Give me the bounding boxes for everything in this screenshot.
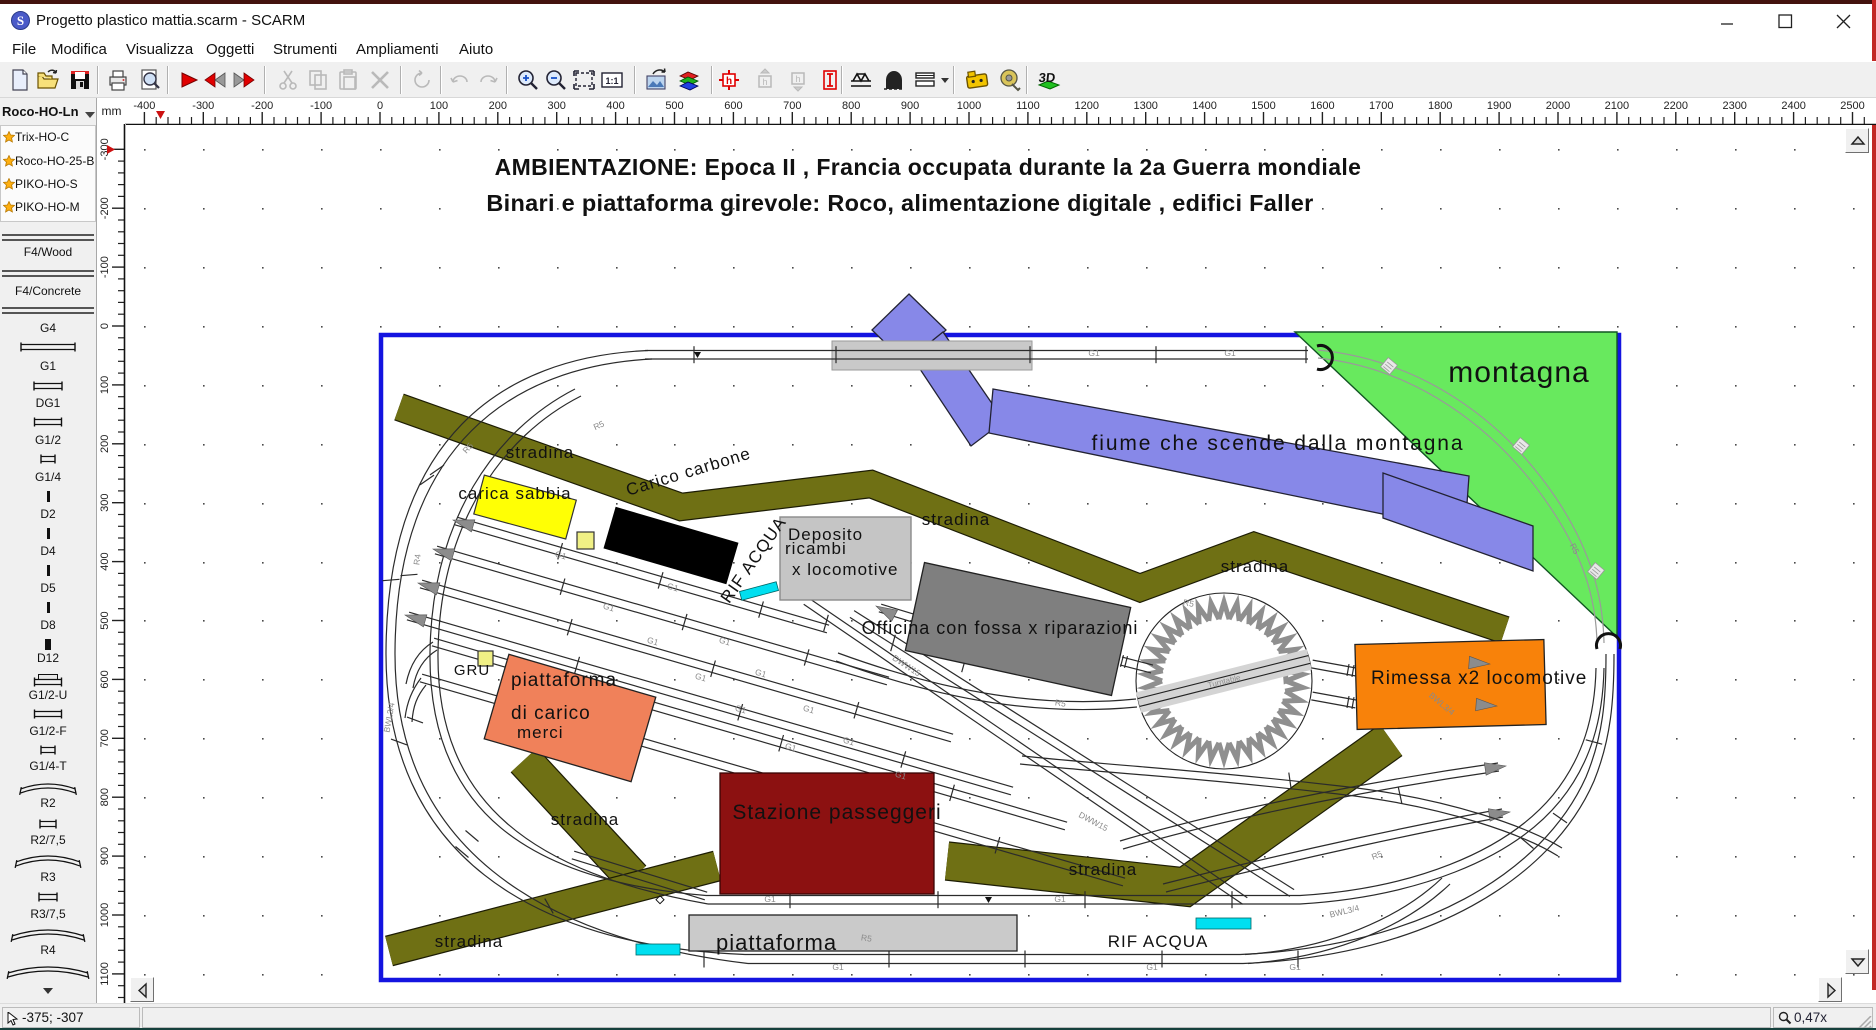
svg-text:2500: 2500 bbox=[1840, 100, 1864, 112]
svg-text:300: 300 bbox=[99, 494, 111, 512]
svg-text:600: 600 bbox=[724, 100, 742, 112]
svg-text:S: S bbox=[17, 13, 24, 28]
svg-text:1600: 1600 bbox=[1310, 100, 1334, 112]
svg-text:2400: 2400 bbox=[1781, 100, 1805, 112]
svg-text:G1: G1 bbox=[832, 962, 844, 972]
svg-text:300: 300 bbox=[548, 100, 566, 112]
svg-text:1:1: 1:1 bbox=[605, 76, 618, 86]
svg-text:800: 800 bbox=[842, 100, 860, 112]
svg-text:200: 200 bbox=[99, 435, 111, 453]
svg-text:1000: 1000 bbox=[99, 903, 111, 927]
svg-text:G1: G1 bbox=[666, 581, 680, 594]
svg-text:400: 400 bbox=[99, 552, 111, 570]
svg-text:1300: 1300 bbox=[1133, 100, 1157, 112]
svg-text:100: 100 bbox=[99, 376, 111, 394]
svg-text:G1: G1 bbox=[764, 894, 776, 904]
svg-text:DWW15: DWW15 bbox=[1077, 810, 1110, 834]
svg-text:Stazione passeggeri: Stazione passeggeri bbox=[732, 801, 941, 824]
svg-text:fiume che scende dalla montagn: fiume che scende dalla montagna bbox=[1092, 432, 1465, 455]
svg-text:G1: G1 bbox=[842, 735, 856, 748]
svg-text:900: 900 bbox=[99, 847, 111, 865]
svg-text:3D: 3D bbox=[1038, 70, 1056, 85]
svg-text:-200: -200 bbox=[99, 197, 111, 219]
svg-text:R4: R4 bbox=[411, 553, 422, 565]
svg-text:G1: G1 bbox=[718, 635, 732, 648]
svg-text:x locomotive: x locomotive bbox=[792, 560, 898, 579]
svg-text:-400: -400 bbox=[133, 100, 155, 112]
svg-text:1100: 1100 bbox=[1016, 100, 1040, 112]
svg-text:G1: G1 bbox=[554, 549, 568, 562]
svg-text:stradina: stradina bbox=[1221, 557, 1289, 576]
svg-text:2300: 2300 bbox=[1722, 100, 1746, 112]
svg-text:Binari e piattaforma girevole:: Binari e piattaforma girevole: Roco, ali… bbox=[486, 190, 1313, 216]
svg-text:G1: G1 bbox=[802, 703, 816, 716]
svg-text:montagna: montagna bbox=[1448, 356, 1589, 389]
svg-text:stradina: stradina bbox=[551, 810, 619, 829]
svg-text:2000: 2000 bbox=[1546, 100, 1570, 112]
svg-text:0: 0 bbox=[377, 100, 383, 112]
svg-text:500: 500 bbox=[665, 100, 683, 112]
svg-text:piattaforma: piattaforma bbox=[511, 670, 617, 691]
svg-text:stradina: stradina bbox=[1069, 860, 1137, 879]
svg-text:Rimessa x2 locomotive: Rimessa x2 locomotive bbox=[1371, 668, 1587, 689]
svg-text:di carico: di carico bbox=[511, 703, 591, 724]
svg-text:-200: -200 bbox=[251, 100, 273, 112]
svg-text:R5: R5 bbox=[1370, 848, 1384, 861]
svg-text:stradina: stradina bbox=[922, 510, 990, 529]
svg-text:G1: G1 bbox=[602, 601, 616, 614]
svg-text:AMBIENTAZIONE: Epoca II , Fran: AMBIENTAZIONE: Epoca II , Francia occupa… bbox=[495, 154, 1362, 180]
svg-text:0: 0 bbox=[99, 323, 111, 329]
svg-text:Officina con fossa x riparazio: Officina con fossa x riparazioni bbox=[862, 618, 1139, 638]
svg-text:ricambi: ricambi bbox=[785, 539, 847, 558]
svg-text:-300: -300 bbox=[192, 100, 214, 112]
svg-text:-100: -100 bbox=[310, 100, 332, 112]
svg-text:h: h bbox=[726, 76, 732, 87]
svg-text:1500: 1500 bbox=[1251, 100, 1275, 112]
svg-text:900: 900 bbox=[901, 100, 919, 112]
svg-text:BWL3/4: BWL3/4 bbox=[1328, 903, 1360, 920]
svg-text:100: 100 bbox=[430, 100, 448, 112]
svg-text:G1: G1 bbox=[1289, 962, 1301, 972]
svg-text:G1: G1 bbox=[1088, 348, 1100, 358]
svg-text:200: 200 bbox=[489, 100, 507, 112]
svg-text:stradina: stradina bbox=[435, 932, 503, 951]
svg-text:G1: G1 bbox=[1146, 962, 1158, 972]
svg-text:h: h bbox=[795, 74, 800, 84]
svg-text:G1: G1 bbox=[1224, 348, 1236, 358]
svg-text:700: 700 bbox=[783, 100, 801, 112]
svg-text:R5: R5 bbox=[1054, 697, 1066, 708]
svg-text:1800: 1800 bbox=[1428, 100, 1452, 112]
svg-text:R5: R5 bbox=[860, 932, 872, 943]
svg-text:1000: 1000 bbox=[957, 100, 981, 112]
svg-text:GRU: GRU bbox=[454, 662, 490, 679]
svg-text:G1: G1 bbox=[734, 703, 748, 716]
svg-text:2100: 2100 bbox=[1605, 100, 1629, 112]
svg-text:1200: 1200 bbox=[1075, 100, 1099, 112]
svg-text:800: 800 bbox=[99, 788, 111, 806]
svg-text:1900: 1900 bbox=[1487, 100, 1511, 112]
svg-text:2200: 2200 bbox=[1664, 100, 1688, 112]
svg-text:500: 500 bbox=[99, 611, 111, 629]
svg-text:R5: R5 bbox=[592, 418, 606, 432]
svg-text:carica sabbia: carica sabbia bbox=[458, 484, 571, 503]
svg-text:1100: 1100 bbox=[99, 962, 111, 986]
svg-text:h: h bbox=[762, 77, 767, 87]
svg-text:G1: G1 bbox=[694, 671, 708, 684]
svg-text:700: 700 bbox=[99, 729, 111, 747]
svg-text:1400: 1400 bbox=[1192, 100, 1216, 112]
svg-text:R5: R5 bbox=[1182, 597, 1195, 609]
svg-text:merci: merci bbox=[517, 723, 564, 742]
svg-text:-100: -100 bbox=[99, 256, 111, 278]
svg-text:BWL3/4: BWL3/4 bbox=[381, 701, 396, 733]
svg-text:600: 600 bbox=[99, 670, 111, 688]
svg-text:piattaforma: piattaforma bbox=[716, 930, 837, 955]
svg-text:RIF ACQUA: RIF ACQUA bbox=[1108, 932, 1209, 951]
svg-text:400: 400 bbox=[606, 100, 624, 112]
svg-text:stradina: stradina bbox=[506, 443, 574, 462]
svg-text:G1: G1 bbox=[1054, 894, 1066, 904]
svg-text:1700: 1700 bbox=[1369, 100, 1393, 112]
